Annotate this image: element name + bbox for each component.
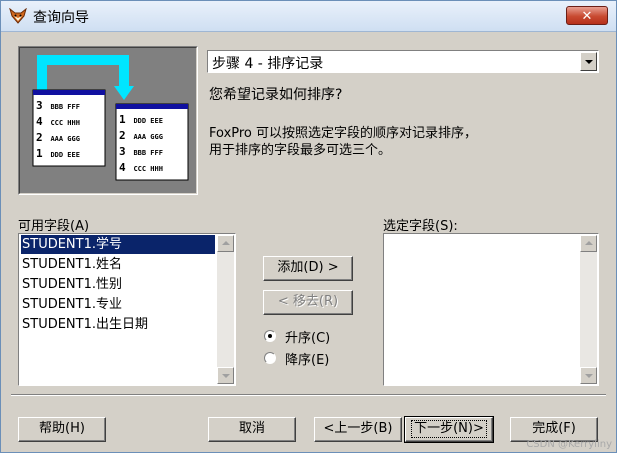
query-wizard-window: 查询向导 ✕ 3 BBB FFF 4 CCC HHH 2 AAA GGG 1 D… (0, 0, 617, 453)
available-fields-list[interactable]: STUDENT1.学号 STUDENT1.姓名 STUDENT1.性别 STUD… (18, 233, 236, 386)
sort-illustration: 3 BBB FFF 4 CCC HHH 2 AAA GGG 1 DDD EEE … (18, 46, 198, 195)
list-item[interactable]: STUDENT1.出生日期 (21, 315, 148, 334)
left-card-row: 2 AAA GGG (36, 131, 80, 144)
watermark: CSDN @Kerryliny (526, 439, 612, 450)
step-dropdown[interactable]: 步骤 4 - 排序记录 (207, 50, 599, 73)
left-card-row: 4 CCC HHH (36, 115, 80, 128)
right-card-row: 2 AAA GGG (119, 129, 163, 142)
available-fields-label: 可用字段(A) (18, 219, 90, 234)
selected-fields-label: 选定字段(S): (383, 219, 458, 234)
add-button[interactable]: 添加(D) > (263, 256, 353, 281)
window-title: 查询向导 (33, 10, 89, 26)
list-item[interactable]: STUDENT1.专业 (21, 295, 122, 314)
question-text: 您希望记录如何排序? (209, 87, 343, 103)
left-card-row: 1 DDD EEE (36, 147, 80, 160)
right-card-row: 3 BBB FFF (119, 145, 163, 158)
right-card-row: 1 DDD EEE (119, 113, 163, 126)
wizard-body: 3 BBB FFF 4 CCC HHH 2 AAA GGG 1 DDD EEE … (1, 32, 616, 452)
scroll-down-icon[interactable] (580, 367, 597, 384)
next-button[interactable]: 下一步(N)> (404, 416, 494, 443)
available-fields-scrollbar[interactable] (217, 235, 234, 384)
list-item[interactable]: STUDENT1.学号 (21, 235, 215, 254)
close-button[interactable]: ✕ (566, 6, 608, 25)
selected-fields-list[interactable] (383, 233, 599, 386)
descending-radio[interactable] (264, 352, 276, 364)
left-card-rows: 3 BBB FFF 4 CCC HHH 2 AAA GGG 1 DDD EEE (36, 98, 80, 162)
left-card-row: 3 BBB FFF (36, 99, 80, 112)
ascending-radio[interactable] (264, 330, 276, 342)
list-item[interactable]: STUDENT1.性别 (21, 275, 122, 294)
list-item[interactable]: STUDENT1.姓名 (21, 255, 122, 274)
right-card-row: 4 CCC HHH (119, 161, 163, 174)
description-line-2: 用于排序的字段最多可选三个。 (209, 143, 392, 158)
step-dropdown-value: 步骤 4 - 排序记录 (212, 56, 324, 72)
foxpro-fox-icon (9, 8, 27, 24)
scroll-up-icon[interactable] (217, 235, 234, 252)
scroll-up-icon[interactable] (580, 235, 597, 252)
right-card-rows: 1 DDD EEE 2 AAA GGG 3 BBB FFF 4 CCC HHH (119, 112, 163, 176)
dropdown-arrow-icon[interactable] (580, 52, 597, 71)
cancel-button[interactable]: 取消 (208, 417, 296, 442)
next-button-label: 下一步(N)> (411, 420, 487, 438)
selected-fields-scrollbar[interactable] (580, 235, 597, 384)
ascending-label[interactable]: 升序(C) (285, 327, 330, 346)
title-bar[interactable]: 查询向导 ✕ (1, 1, 616, 32)
scroll-down-icon[interactable] (217, 367, 234, 384)
back-button[interactable]: <上一步(B) (314, 417, 402, 442)
close-icon: ✕ (581, 9, 593, 24)
remove-button[interactable]: < 移去(R) (263, 290, 353, 315)
bottom-separator (11, 394, 606, 396)
descending-label[interactable]: 降序(E) (285, 349, 329, 368)
help-button[interactable]: 帮助(H) (18, 417, 106, 442)
